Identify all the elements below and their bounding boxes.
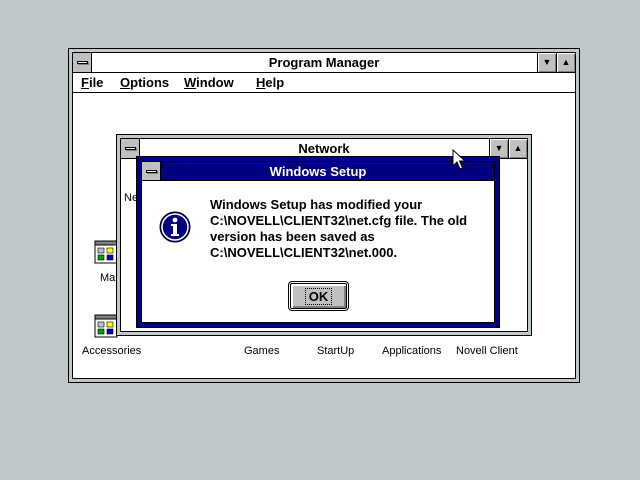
group-label-accessories[interactable]: Accessories (82, 345, 141, 357)
dialog-control-menu-box[interactable] (142, 162, 161, 180)
minimize-arrow-icon: ▼ (494, 143, 504, 153)
program-manager-titlebar[interactable]: Program Manager ▼ ▲ (73, 53, 575, 73)
message-line: C:\NOVELL\CLIENT32\net.cfg file. The old (210, 213, 468, 228)
dialog-title: Windows Setup (269, 163, 367, 179)
control-menu-icon (76, 61, 88, 64)
mouse-cursor-icon (452, 149, 466, 170)
network-title: Network (298, 141, 350, 156)
ok-button[interactable]: OK (288, 281, 349, 311)
group-label-startup[interactable]: StartUp (317, 345, 354, 357)
information-icon (159, 211, 191, 243)
dialog-titlebar[interactable]: Windows Setup (142, 162, 494, 181)
minimize-arrow-icon: ▼ (542, 57, 552, 67)
dialog-message: Windows Setup has modified your C:\NOVEL… (210, 197, 490, 261)
ok-button-label: OK (304, 287, 333, 305)
windows-setup-dialog: Windows Setup Windows Setup has modified… (136, 156, 500, 328)
message-line: Windows Setup has modified your (210, 197, 423, 212)
menu-window[interactable]: Window (184, 75, 234, 90)
menu-file[interactable]: File (81, 75, 103, 90)
control-menu-box[interactable] (73, 53, 92, 72)
control-menu-icon (145, 169, 157, 173)
message-line: C:\NOVELL\CLIENT32\net.000. (210, 245, 398, 260)
window-title: Program Manager (268, 55, 380, 70)
control-menu-icon (124, 147, 136, 150)
menu-options[interactable]: Options (120, 75, 169, 90)
minimize-button[interactable]: ▼ (537, 53, 556, 72)
group-label-games[interactable]: Games (244, 345, 279, 357)
network-maximize-button[interactable]: ▲ (508, 139, 527, 158)
menu-bar: File Options Window Help (73, 73, 575, 93)
maximize-button[interactable]: ▲ (556, 53, 575, 72)
group-label-applications[interactable]: Applications (382, 345, 441, 357)
maximize-arrow-icon: ▲ (561, 57, 571, 67)
group-label-novell-client[interactable]: Novell Client (456, 345, 518, 357)
menu-help[interactable]: Help (256, 75, 284, 90)
maximize-arrow-icon: ▲ (513, 143, 523, 153)
message-line: version has been saved as (210, 229, 375, 244)
